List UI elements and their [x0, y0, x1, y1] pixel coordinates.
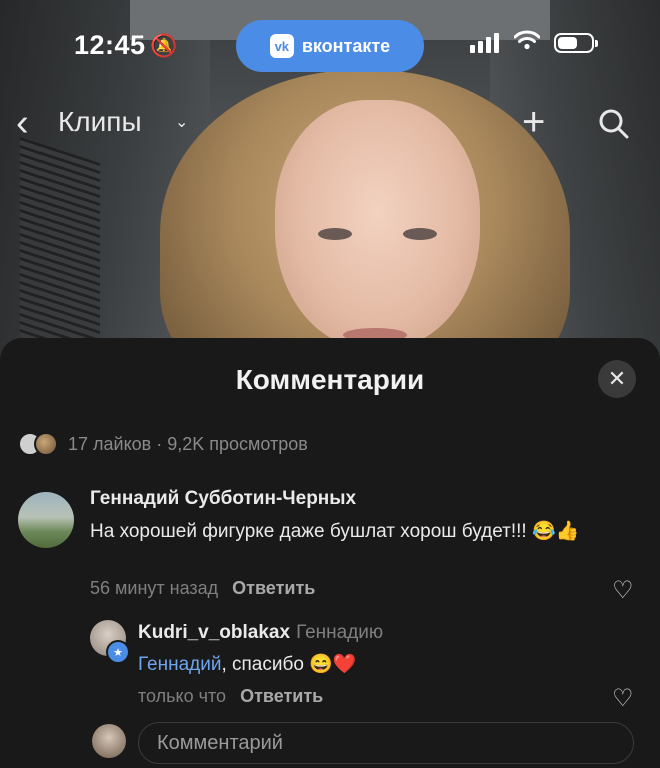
reply-button[interactable]: Ответить	[240, 686, 323, 706]
like-heart-icon[interactable]: ♡	[612, 576, 634, 605]
wifi-icon	[513, 29, 541, 57]
status-bar: 12:45 🔕 vk вконтакте	[0, 0, 660, 90]
reply-text-line: Геннадий, спасибо 😄❤️	[138, 652, 357, 676]
like-heart-icon[interactable]: ♡	[612, 684, 634, 713]
app-pill[interactable]: vk вконтакте	[236, 20, 424, 72]
reply-time: только что	[138, 686, 227, 706]
close-button[interactable]: ✕	[598, 360, 636, 398]
verified-star-icon: ★	[106, 640, 130, 664]
reply-button[interactable]: Ответить	[232, 578, 315, 598]
comment-text: На хорошей фигурке даже бушлат хорош буд…	[90, 521, 580, 542]
clip-stats[interactable]: 17 лайков · 9,2K просмотров	[18, 432, 308, 456]
search-icon[interactable]	[598, 108, 630, 140]
comments-sheet: Комментарии ✕ 17 лайков · 9,2K просмотро…	[0, 338, 660, 768]
chevron-down-icon[interactable]: ⌄	[175, 112, 188, 132]
person-face	[275, 100, 480, 350]
comment-time: 56 минут назад	[90, 578, 219, 598]
comment-meta: 56 минут назад Ответить	[90, 578, 315, 599]
close-icon: ✕	[607, 366, 627, 391]
bell-muted-icon: 🔕	[150, 33, 178, 58]
mention-link[interactable]: Геннадий	[138, 654, 221, 675]
liker-avatar	[34, 432, 58, 456]
reply-to: Геннадию	[296, 622, 384, 643]
reply-meta: только что Ответить	[138, 686, 323, 707]
avatar[interactable]	[18, 492, 74, 548]
back-chevron-icon[interactable]: ‹	[16, 104, 29, 142]
comment-author[interactable]: Геннадий Субботин-Черных	[90, 488, 356, 510]
my-avatar	[92, 724, 126, 758]
vk-logo-icon: vk	[269, 34, 294, 58]
cellular-signal-icon	[470, 33, 499, 53]
right-eye	[403, 228, 437, 240]
reply-author-line: Kudri_v_oblakax Геннадию	[138, 622, 383, 644]
sheet-title: Комментарии	[235, 364, 425, 395]
reply-author[interactable]: Kudri_v_oblakax	[138, 622, 290, 643]
status-time: 12:45	[74, 30, 146, 60]
app-pill-label: вконтакте	[301, 35, 391, 56]
left-eye	[318, 228, 352, 240]
add-clip-button[interactable]: +	[522, 102, 545, 142]
comment-input[interactable]: Комментарий	[138, 722, 634, 764]
reply-text: , спасибо 😄❤️	[221, 654, 357, 675]
likes-views-text: 17 лайков · 9,2K просмотров	[68, 433, 308, 454]
comment-input-row: Комментарий	[0, 722, 660, 768]
battery-icon	[554, 33, 598, 53]
nav-title[interactable]: Клипы	[58, 106, 142, 138]
